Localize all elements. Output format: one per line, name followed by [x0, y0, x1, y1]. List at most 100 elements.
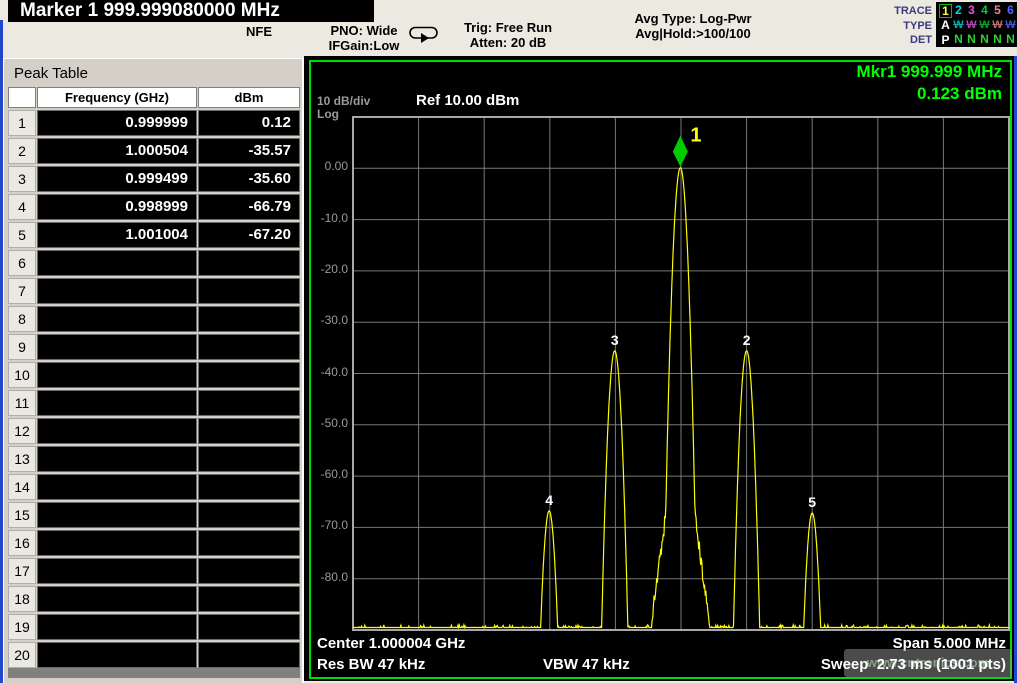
peak-table-scrollbar[interactable] [8, 668, 300, 678]
trace-legend-trace-3[interactable]: 3WN [965, 3, 978, 47]
scale-per-div-label: 10 dB/div [317, 94, 370, 108]
peak-label-4: 4 [545, 492, 553, 508]
row-dbm: -66.79 [198, 194, 300, 220]
peak-table: Frequency (GHz)dBm10.9999990.1221.000504… [8, 87, 300, 670]
row-index: 4 [8, 194, 36, 220]
row-frequency [37, 390, 197, 416]
row-dbm [198, 642, 300, 668]
trace-legend-trace-1[interactable]: 1AP [939, 3, 952, 47]
y-tick--50.0: -50.0 [308, 416, 348, 430]
marker-title-text: Marker 1 999.999080000 MHz [20, 0, 280, 21]
pno-ifgain-indicator: PNO: Wide IFGain:Low [316, 23, 412, 53]
trace-detector-indicator: N [954, 32, 963, 47]
peak-table-row-8: 8 [8, 306, 300, 332]
trigger-atten-indicator: Trig: Free Run Atten: 20 dB [448, 20, 568, 50]
trace-detector-indicator: N [967, 32, 976, 47]
trig-line: Trig: Free Run [448, 20, 568, 35]
trace-type-indicator: W [992, 18, 1002, 33]
row-dbm [198, 474, 300, 500]
trace-number: 6 [1007, 3, 1014, 18]
row-dbm [198, 278, 300, 304]
peak-table-row-18: 18 [8, 586, 300, 612]
spectrum-display: Mkr1 999.999 MHz 0.123 dBm 10 dB/div Log… [304, 56, 1015, 681]
trace-legend-trace-4[interactable]: 4WN [978, 3, 991, 47]
peak-table-row-16: 16 [8, 530, 300, 556]
marker-1-label: 1 [690, 125, 701, 147]
row-frequency [37, 530, 197, 556]
row-dbm [198, 362, 300, 388]
row-dbm [198, 558, 300, 584]
peak-table-row-9: 9 [8, 334, 300, 360]
trace-number: 5 [994, 3, 1001, 18]
y-tick-0.00: 0.00 [308, 159, 348, 173]
nfe-indicator: NFE [236, 24, 282, 39]
trace-legend-trace-5[interactable]: 5WN [991, 3, 1004, 47]
y-tick--40.0: -40.0 [308, 365, 348, 379]
row-index: 16 [8, 530, 36, 556]
y-tick--10.0: -10.0 [308, 211, 348, 225]
row-dbm [198, 334, 300, 360]
row-index: 8 [8, 306, 36, 332]
row-dbm [198, 390, 300, 416]
peak-table-row-20: 20 [8, 642, 300, 668]
row-index: 12 [8, 418, 36, 444]
trace-type-indicator: A [941, 18, 950, 33]
row-frequency [37, 642, 197, 668]
peak-table-row-11: 11 [8, 390, 300, 416]
row-frequency [37, 502, 197, 528]
row-index: 1 [8, 110, 36, 136]
peak-table-row-14: 14 [8, 474, 300, 500]
analyzer-screen: Marker 1 999.999080000 MHz NFE PNO: Wide… [0, 0, 1017, 683]
peak-table-row-6: 6 [8, 250, 300, 276]
trace-type-indicator: W [1005, 18, 1015, 33]
row-index: 13 [8, 446, 36, 472]
row-index: 9 [8, 334, 36, 360]
row-frequency [37, 362, 197, 388]
row-index: 19 [8, 614, 36, 640]
row-frequency [37, 586, 197, 612]
peak-table-row-2: 21.000504-35.57 [8, 138, 300, 164]
trace-detector-indicator: N [980, 32, 989, 47]
header-index [8, 87, 36, 108]
row-index: 17 [8, 558, 36, 584]
center-freq-annotation: Center 1.000004 GHz [317, 635, 465, 652]
peak-table-row-19: 19 [8, 614, 300, 640]
trace-legend-trace-6[interactable]: 6WN [1004, 3, 1017, 47]
trace-legend-row-labels: TRACE TYPE DET [868, 4, 932, 48]
continuous-sweep-icon[interactable] [408, 25, 440, 43]
row-index: 2 [8, 138, 36, 164]
row-dbm [198, 530, 300, 556]
peak-label-5: 5 [808, 494, 816, 510]
trace-legend-trace-2[interactable]: 2WN [952, 3, 965, 47]
marker-1-diamond[interactable] [673, 136, 688, 167]
peak-table-row-4: 40.998999-66.79 [8, 194, 300, 220]
peak-table-row-1: 10.9999990.12 [8, 110, 300, 136]
marker-freq-readout: Mkr1 999.999 MHz [856, 61, 1002, 83]
vbw-annotation: VBW 47 kHz [543, 656, 630, 673]
peak-label-3: 3 [611, 332, 619, 348]
ref-level-label: Ref 10.00 dBm [416, 92, 519, 109]
row-frequency [37, 334, 197, 360]
y-tick--80.0: -80.0 [308, 570, 348, 584]
row-frequency: 1.001004 [37, 222, 197, 248]
row-dbm [198, 306, 300, 332]
trace-number: 1 [939, 4, 952, 18]
y-tick--20.0: -20.0 [308, 262, 348, 276]
row-frequency: 1.000504 [37, 138, 197, 164]
peak-table-panel: Peak Table Frequency (GHz)dBm10.9999990.… [3, 58, 304, 683]
peak-table-row-7: 7 [8, 278, 300, 304]
row-index: 3 [8, 166, 36, 192]
det-row-label: DET [868, 33, 932, 48]
trace-detector-indicator: P [941, 33, 949, 47]
peak-table-row-3: 30.999499-35.60 [8, 166, 300, 192]
graticule-plot: 12345 [352, 116, 1010, 632]
row-index: 15 [8, 502, 36, 528]
row-dbm: -35.57 [198, 138, 300, 164]
avg-indicator: Avg Type: Log-Pwr Avg|Hold:>100/100 [598, 11, 788, 41]
peak-table-header: Frequency (GHz)dBm [8, 87, 300, 108]
atten-line: Atten: 20 dB [448, 35, 568, 50]
row-frequency: 0.998999 [37, 194, 197, 220]
row-frequency [37, 418, 197, 444]
peak-table-row-12: 12 [8, 418, 300, 444]
y-tick--30.0: -30.0 [308, 313, 348, 327]
